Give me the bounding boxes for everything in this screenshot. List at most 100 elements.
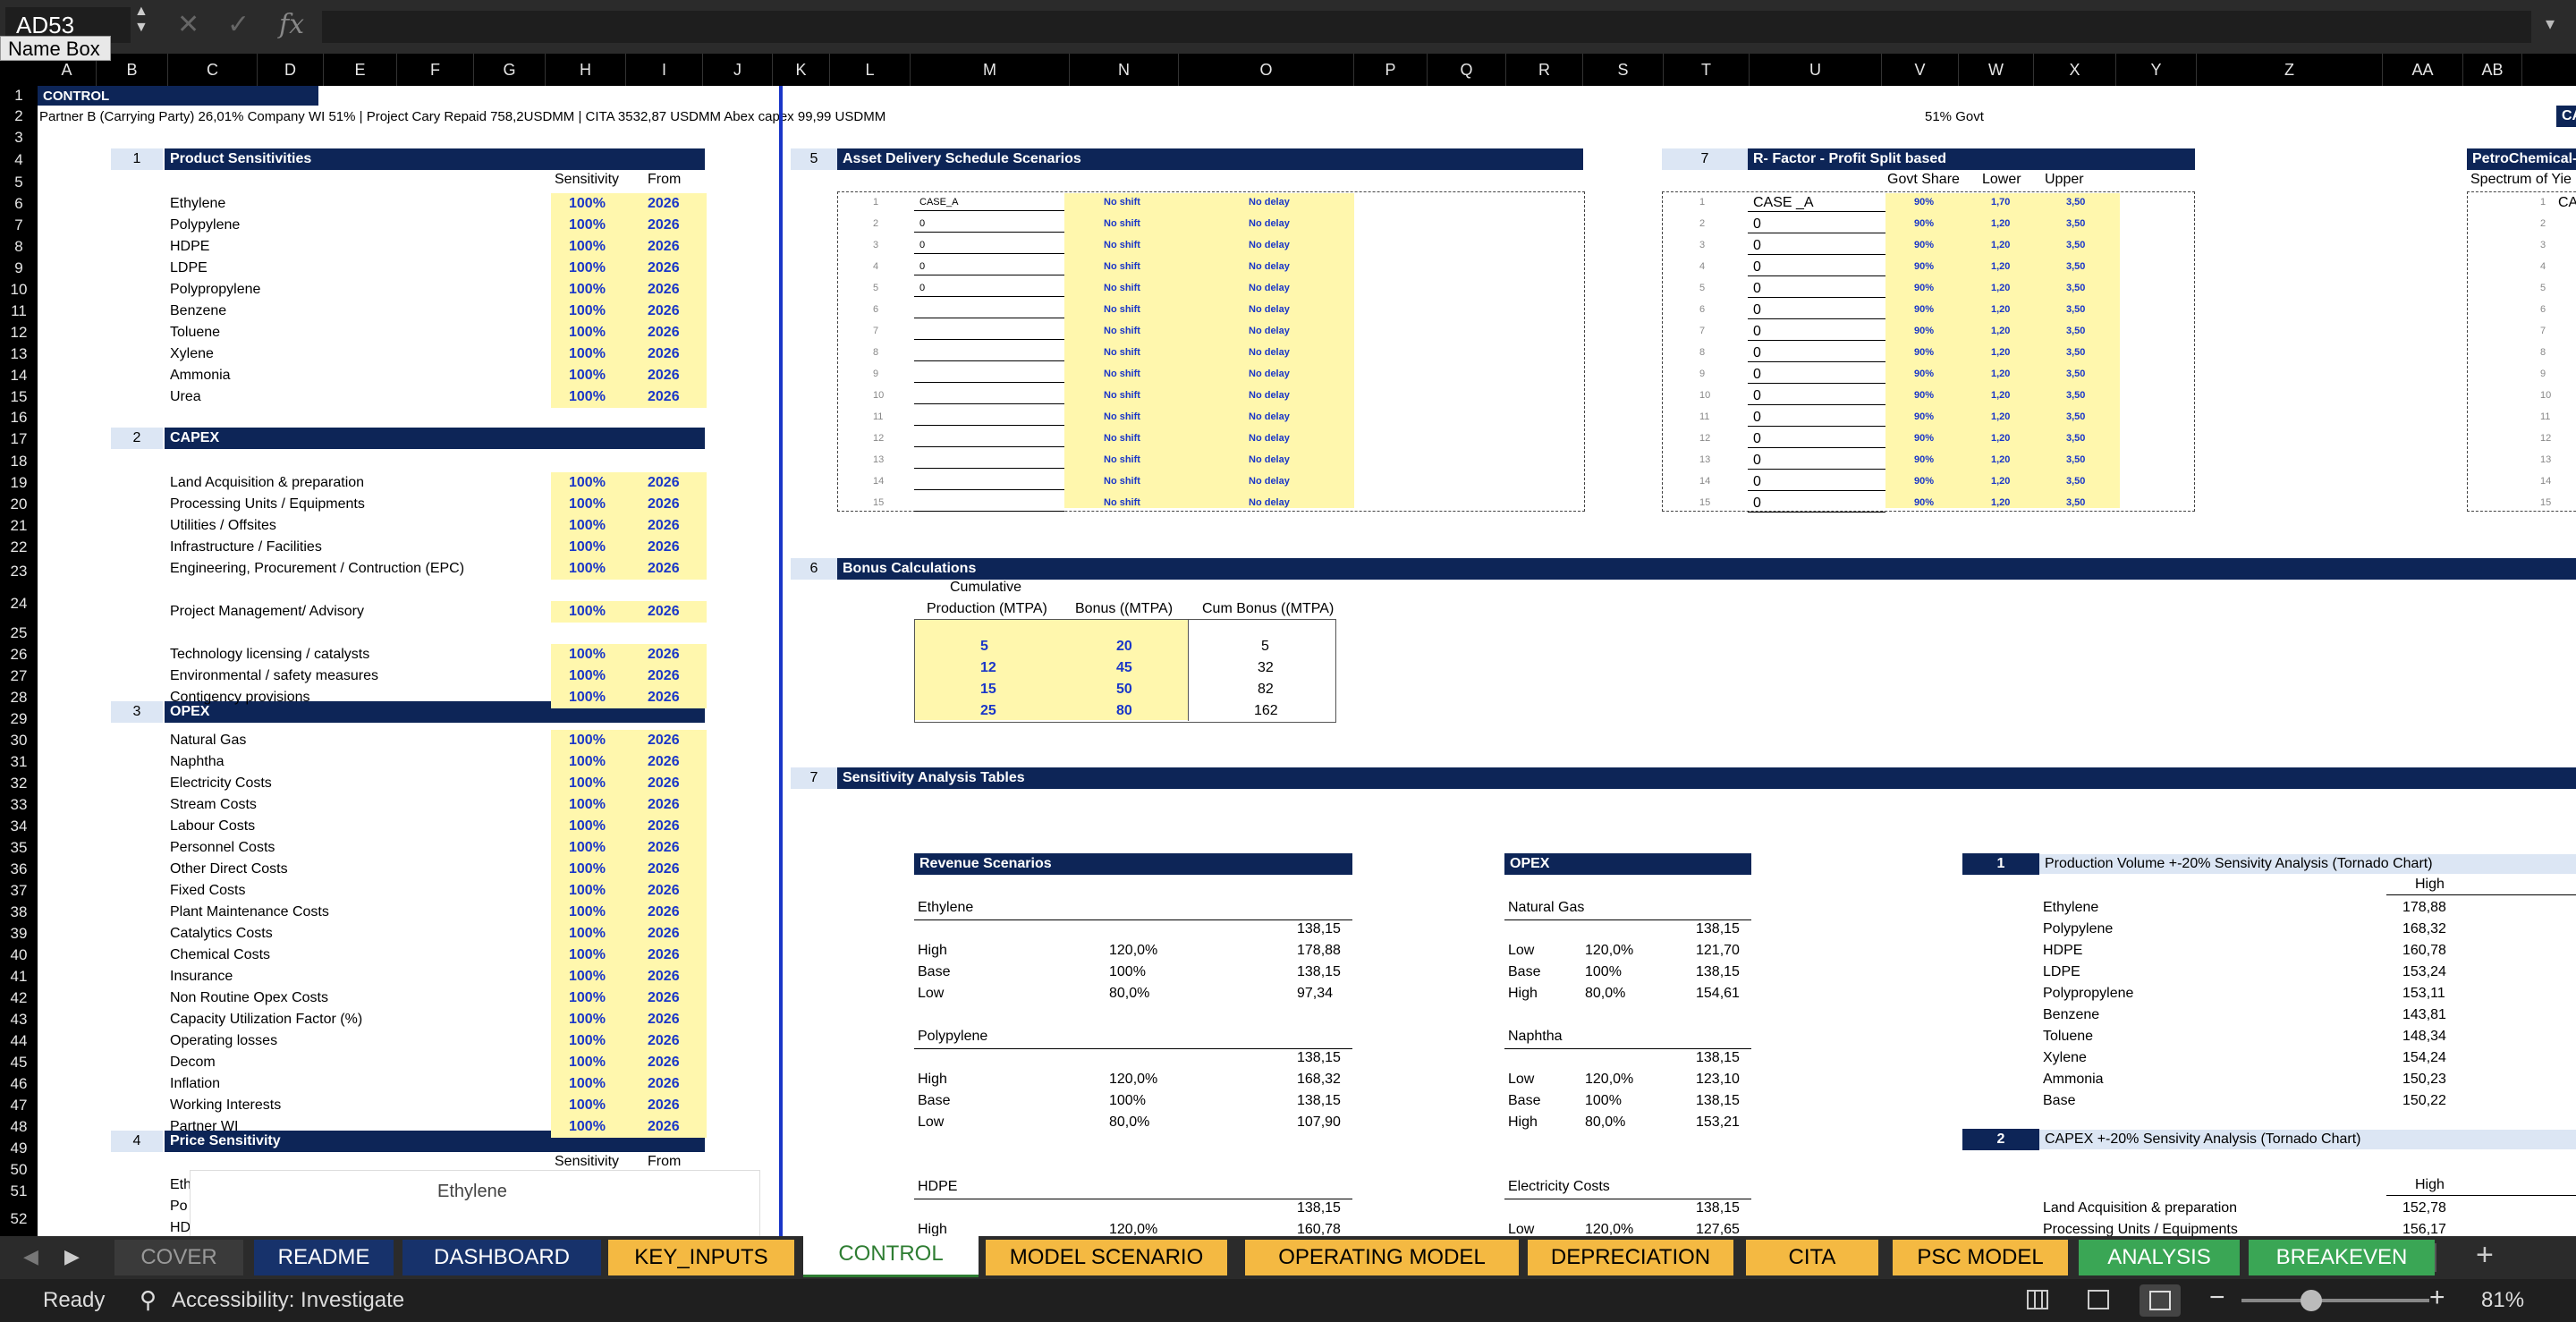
asset-shift-cell[interactable]: No shift (1104, 261, 1140, 272)
rfactor-upper-cell[interactable]: 3,50 (2066, 326, 2085, 336)
asset-shift-cell[interactable]: No shift (1104, 433, 1140, 444)
enter-icon[interactable]: ✓ (227, 9, 250, 40)
opex-from[interactable]: 2026 (648, 840, 680, 856)
product-sensitivity[interactable]: 100% (569, 389, 606, 405)
row-header[interactable]: 43 (0, 1009, 38, 1030)
rfactor-govt-cell[interactable]: 90% (1914, 497, 1934, 508)
opex-sensitivity[interactable]: 100% (569, 1055, 606, 1071)
tab-scroll-right-icon[interactable]: ▶ (64, 1245, 80, 1268)
opex-from[interactable]: 2026 (648, 904, 680, 920)
column-header[interactable]: U (1750, 54, 1882, 86)
column-header[interactable]: O (1179, 54, 1354, 86)
row-header[interactable]: 26 (0, 644, 38, 665)
opex-from[interactable]: 2026 (648, 797, 680, 813)
asset-shift-cell[interactable]: No shift (1104, 476, 1140, 487)
row-header[interactable]: 33 (0, 794, 38, 816)
zoom-in-icon[interactable]: + (2429, 1283, 2445, 1313)
capex-sensitivity[interactable]: 100% (569, 690, 606, 706)
product-sensitivity[interactable]: 100% (569, 260, 606, 276)
rfactor-lower-cell[interactable]: 1,20 (1991, 369, 2010, 379)
column-header[interactable]: L (830, 54, 911, 86)
opex-sensitivity[interactable]: 100% (569, 1012, 606, 1028)
row-header[interactable]: 37 (0, 880, 38, 902)
capex-from[interactable]: 2026 (648, 561, 680, 577)
zoom-slider-thumb[interactable] (2301, 1290, 2322, 1311)
product-sensitivity[interactable]: 100% (569, 303, 606, 319)
tab-cover[interactable]: COVER (114, 1240, 243, 1275)
rfactor-govt-cell[interactable]: 90% (1914, 304, 1934, 315)
asset-shift-cell[interactable]: No shift (1104, 390, 1140, 401)
accessibility-status[interactable]: Accessibility: Investigate (172, 1288, 404, 1313)
tab-cita[interactable]: CITA (1746, 1240, 1878, 1275)
row-header[interactable]: 21 (0, 515, 38, 537)
asset-delay-cell[interactable]: No delay (1249, 390, 1290, 401)
tab-psc-model[interactable]: PSC MODEL (1893, 1240, 2068, 1275)
asset-shift-cell[interactable]: No shift (1104, 197, 1140, 208)
zoom-out-icon[interactable]: − (2209, 1283, 2225, 1313)
opex-sensitivity[interactable]: 100% (569, 818, 606, 835)
price-chart[interactable]: Ethylene (190, 1170, 760, 1236)
asset-shift-cell[interactable]: No shift (1104, 240, 1140, 250)
capex-sensitivity[interactable]: 100% (569, 561, 606, 577)
asset-case-cell[interactable]: 0 (919, 261, 925, 272)
rfactor-govt-cell[interactable]: 90% (1914, 283, 1934, 293)
tab-depreciation[interactable]: DEPRECIATION (1528, 1240, 1733, 1275)
rfactor-lower-cell[interactable]: 1,20 (1991, 304, 2010, 315)
tab-key-inputs[interactable]: KEY_INPUTS (608, 1240, 794, 1275)
worksheet-grid[interactable]: CONTROL Partner B (Carrying Party) 26,01… (38, 86, 2576, 1236)
column-header[interactable]: Y (2116, 54, 2197, 86)
capex-from[interactable]: 2026 (648, 539, 680, 555)
capex-from[interactable]: 2026 (648, 668, 680, 684)
row-header[interactable]: 41 (0, 966, 38, 987)
row-header[interactable]: 4 (0, 148, 38, 172)
rfactor-upper-cell[interactable]: 3,50 (2066, 197, 2085, 208)
row-header[interactable]: 19 (0, 472, 38, 494)
tab-scroll-left-icon[interactable]: ◀ (23, 1245, 38, 1268)
bonus-production-cell[interactable]: 5 (980, 639, 988, 655)
row-header[interactable]: 18 (0, 451, 38, 472)
asset-shift-cell[interactable]: No shift (1104, 326, 1140, 336)
rfactor-case-cell[interactable]: 0 (1753, 345, 1761, 361)
capex-sensitivity[interactable]: 100% (569, 539, 606, 555)
column-header[interactable]: H (546, 54, 626, 86)
row-header[interactable]: 34 (0, 816, 38, 837)
opex-sensitivity[interactable]: 100% (569, 883, 606, 899)
row-header[interactable]: 14 (0, 365, 38, 386)
opex-from[interactable]: 2026 (648, 754, 680, 770)
product-from[interactable]: 2026 (648, 239, 680, 255)
opex-sensitivity[interactable]: 100% (569, 904, 606, 920)
rfactor-govt-cell[interactable]: 90% (1914, 326, 1934, 336)
bonus-bonus-cell[interactable]: 50 (1116, 682, 1132, 698)
rfactor-case-cell[interactable]: 0 (1753, 324, 1761, 340)
rfactor-case-cell[interactable]: 0 (1753, 474, 1761, 490)
rfactor-govt-cell[interactable]: 90% (1914, 454, 1934, 465)
product-from[interactable]: 2026 (648, 196, 680, 212)
row-header[interactable]: 9 (0, 258, 38, 279)
product-from[interactable]: 2026 (648, 368, 680, 384)
add-sheet-icon[interactable]: + (2476, 1238, 2494, 1273)
page-layout-icon[interactable] (2088, 1290, 2109, 1309)
opex-from[interactable]: 2026 (648, 1055, 680, 1071)
cancel-icon[interactable]: ✕ (177, 9, 199, 40)
row-header[interactable]: 15 (0, 386, 38, 408)
rfactor-lower-cell[interactable]: 1,20 (1991, 476, 2010, 487)
row-header[interactable]: 35 (0, 837, 38, 859)
rfactor-govt-cell[interactable]: 90% (1914, 433, 1934, 444)
rfactor-case-cell[interactable]: 0 (1753, 388, 1761, 404)
column-header[interactable]: AA (2383, 54, 2463, 86)
rfactor-govt-cell[interactable]: 90% (1914, 240, 1934, 250)
rfactor-govt-cell[interactable]: 90% (1914, 390, 1934, 401)
opex-from[interactable]: 2026 (648, 775, 680, 792)
capex-from[interactable]: 2026 (648, 690, 680, 706)
column-header[interactable]: G (474, 54, 546, 86)
capex-from[interactable]: 2026 (648, 518, 680, 534)
asset-delay-cell[interactable]: No delay (1249, 411, 1290, 422)
rfactor-upper-cell[interactable]: 3,50 (2066, 261, 2085, 272)
rfactor-govt-cell[interactable]: 90% (1914, 369, 1934, 379)
row-header[interactable]: 45 (0, 1052, 38, 1073)
opex-sensitivity[interactable]: 100% (569, 990, 606, 1006)
rfactor-lower-cell[interactable]: 1,20 (1991, 283, 2010, 293)
row-header[interactable]: 27 (0, 665, 38, 687)
opex-from[interactable]: 2026 (648, 926, 680, 942)
zoom-level[interactable]: 81% (2481, 1288, 2524, 1313)
